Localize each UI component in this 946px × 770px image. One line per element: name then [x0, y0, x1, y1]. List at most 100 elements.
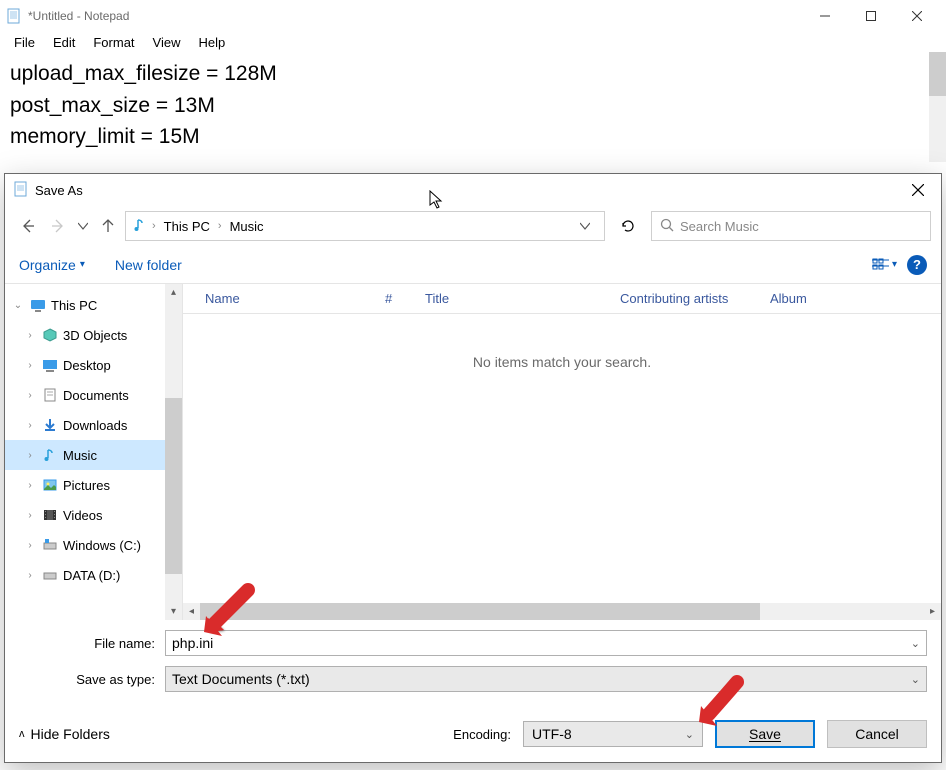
tree-drive-d[interactable]: › DATA (D:) — [5, 560, 182, 590]
dialog-toolbar: Organize ▾ New folder ▾ ? — [5, 246, 941, 284]
horizontal-scrollbar-thumb[interactable] — [200, 603, 760, 620]
menu-file[interactable]: File — [6, 33, 43, 52]
menu-edit[interactable]: Edit — [45, 33, 83, 52]
chevron-down-icon[interactable]: ⌄ — [685, 728, 694, 741]
tree-item-label: Videos — [63, 508, 103, 523]
encoding-label: Encoding: — [453, 727, 511, 742]
tree-drive-c[interactable]: › Windows (C:) — [5, 530, 182, 560]
filename-label: File name: — [19, 636, 165, 651]
chevron-up-icon: ʌ — [19, 728, 25, 740]
tree-item-label: Pictures — [63, 478, 110, 493]
tree-music[interactable]: › Music — [5, 440, 182, 470]
chevron-right-icon[interactable]: › — [23, 420, 37, 431]
desktop-icon — [41, 356, 59, 374]
notepad-icon — [6, 8, 22, 24]
chevron-right-icon[interactable]: › — [23, 390, 37, 401]
encoding-value: UTF-8 — [532, 726, 572, 742]
cancel-button-label: Cancel — [855, 726, 899, 742]
column-name[interactable]: Name — [197, 291, 377, 306]
refresh-button[interactable] — [613, 211, 643, 241]
column-number[interactable]: # — [377, 291, 417, 306]
tree-this-pc[interactable]: ⌄ This PC — [5, 290, 182, 320]
hide-folders-button[interactable]: ʌ Hide Folders — [19, 726, 110, 742]
tree-pictures[interactable]: › Pictures — [5, 470, 182, 500]
scroll-down-icon[interactable]: ▾ — [165, 603, 182, 620]
music-note-icon — [41, 446, 59, 464]
folder-tree: ⌄ This PC › 3D Objects › Desktop › Docum… — [5, 284, 183, 620]
chevron-down-icon[interactable]: ⌄ — [911, 637, 920, 650]
tree-videos[interactable]: › Videos — [5, 500, 182, 530]
maximize-button[interactable] — [848, 1, 894, 31]
save-button[interactable]: Save — [715, 720, 815, 748]
list-empty-message: No items match your search. — [183, 314, 941, 603]
horizontal-scrollbar[interactable]: ◂ ▸ — [183, 603, 941, 620]
help-button[interactable]: ? — [907, 255, 927, 275]
list-header: Name # Title Contributing artists Album — [183, 284, 941, 314]
save-button-label: Save — [749, 726, 781, 742]
window-title: *Untitled - Notepad — [28, 9, 802, 23]
editor-line: post_max_size = 13M — [10, 90, 936, 122]
column-title[interactable]: Title — [417, 291, 612, 306]
new-folder-button[interactable]: New folder — [115, 257, 182, 273]
editor-line: upload_max_filesize = 128M — [10, 58, 936, 90]
chevron-right-icon[interactable]: › — [23, 450, 37, 461]
tree-3d-objects[interactable]: › 3D Objects — [5, 320, 182, 350]
nav-recent-button[interactable] — [75, 212, 91, 240]
chevron-right-icon[interactable]: › — [23, 360, 37, 371]
nav-back-button[interactable] — [15, 212, 41, 240]
breadcrumb[interactable]: › This PC › Music — [125, 211, 605, 241]
search-input[interactable]: Search Music — [651, 211, 931, 241]
chevron-right-icon: › — [148, 220, 160, 232]
tree-documents[interactable]: › Documents — [5, 380, 182, 410]
menu-view[interactable]: View — [145, 33, 189, 52]
tree-desktop[interactable]: › Desktop — [5, 350, 182, 380]
tree-item-label: DATA (D:) — [63, 568, 120, 583]
chevron-right-icon[interactable]: › — [23, 480, 37, 491]
dialog-titlebar: Save As — [5, 174, 941, 206]
chevron-right-icon[interactable]: › — [23, 540, 37, 551]
menu-format[interactable]: Format — [85, 33, 142, 52]
chevron-down-icon: ▾ — [892, 259, 897, 270]
view-toggle[interactable]: ▾ — [872, 258, 897, 272]
notepad-editor[interactable]: upload_max_filesize = 128M post_max_size… — [0, 52, 946, 162]
chevron-right-icon[interactable]: › — [23, 510, 37, 521]
save-icon — [13, 181, 29, 200]
organize-menu[interactable]: Organize ▾ — [19, 257, 85, 273]
chevron-right-icon: › — [214, 220, 226, 232]
dialog-close-button[interactable] — [895, 175, 941, 205]
nav-up-button[interactable] — [95, 212, 121, 240]
save-as-type-select[interactable]: Text Documents (*.txt) ⌄ — [165, 666, 927, 692]
drive-icon — [41, 566, 59, 584]
nav-forward-button[interactable] — [45, 212, 71, 240]
scroll-right-icon[interactable]: ▸ — [924, 603, 941, 620]
tree-item-label: This PC — [51, 298, 97, 313]
chevron-right-icon[interactable]: › — [23, 570, 37, 581]
organize-label: Organize — [19, 257, 76, 273]
vertical-scrollbar-thumb[interactable] — [929, 52, 946, 96]
menu-help[interactable]: Help — [190, 33, 233, 52]
tree-item-label: Music — [63, 448, 97, 463]
hide-folders-label: Hide Folders — [31, 726, 110, 742]
tree-scrollbar-thumb[interactable] — [165, 398, 182, 574]
scroll-left-icon[interactable]: ◂ — [183, 603, 200, 620]
tree-item-label: Windows (C:) — [63, 538, 141, 553]
chevron-right-icon[interactable]: › — [23, 330, 37, 341]
chevron-down-icon[interactable]: ⌄ — [911, 673, 920, 686]
cancel-button[interactable]: Cancel — [827, 720, 927, 748]
scroll-up-icon[interactable]: ▴ — [165, 284, 182, 301]
encoding-select[interactable]: UTF-8 ⌄ — [523, 721, 703, 747]
crumb-this-pc[interactable]: This PC — [160, 217, 214, 236]
search-placeholder: Search Music — [680, 219, 759, 234]
dialog-footer: ʌ Hide Folders Encoding: UTF-8 ⌄ Save Ca… — [5, 702, 941, 762]
filename-input[interactable]: php.ini ⌄ — [165, 630, 927, 656]
tree-downloads[interactable]: › Downloads — [5, 410, 182, 440]
column-album[interactable]: Album — [762, 291, 921, 306]
minimize-button[interactable] — [802, 1, 848, 31]
chevron-down-icon[interactable]: ⌄ — [11, 300, 25, 311]
video-icon — [41, 506, 59, 524]
chevron-down-icon[interactable] — [572, 219, 598, 234]
document-icon — [41, 386, 59, 404]
crumb-music[interactable]: Music — [226, 217, 268, 236]
column-contributing-artists[interactable]: Contributing artists — [612, 291, 762, 306]
close-button[interactable] — [894, 1, 940, 31]
